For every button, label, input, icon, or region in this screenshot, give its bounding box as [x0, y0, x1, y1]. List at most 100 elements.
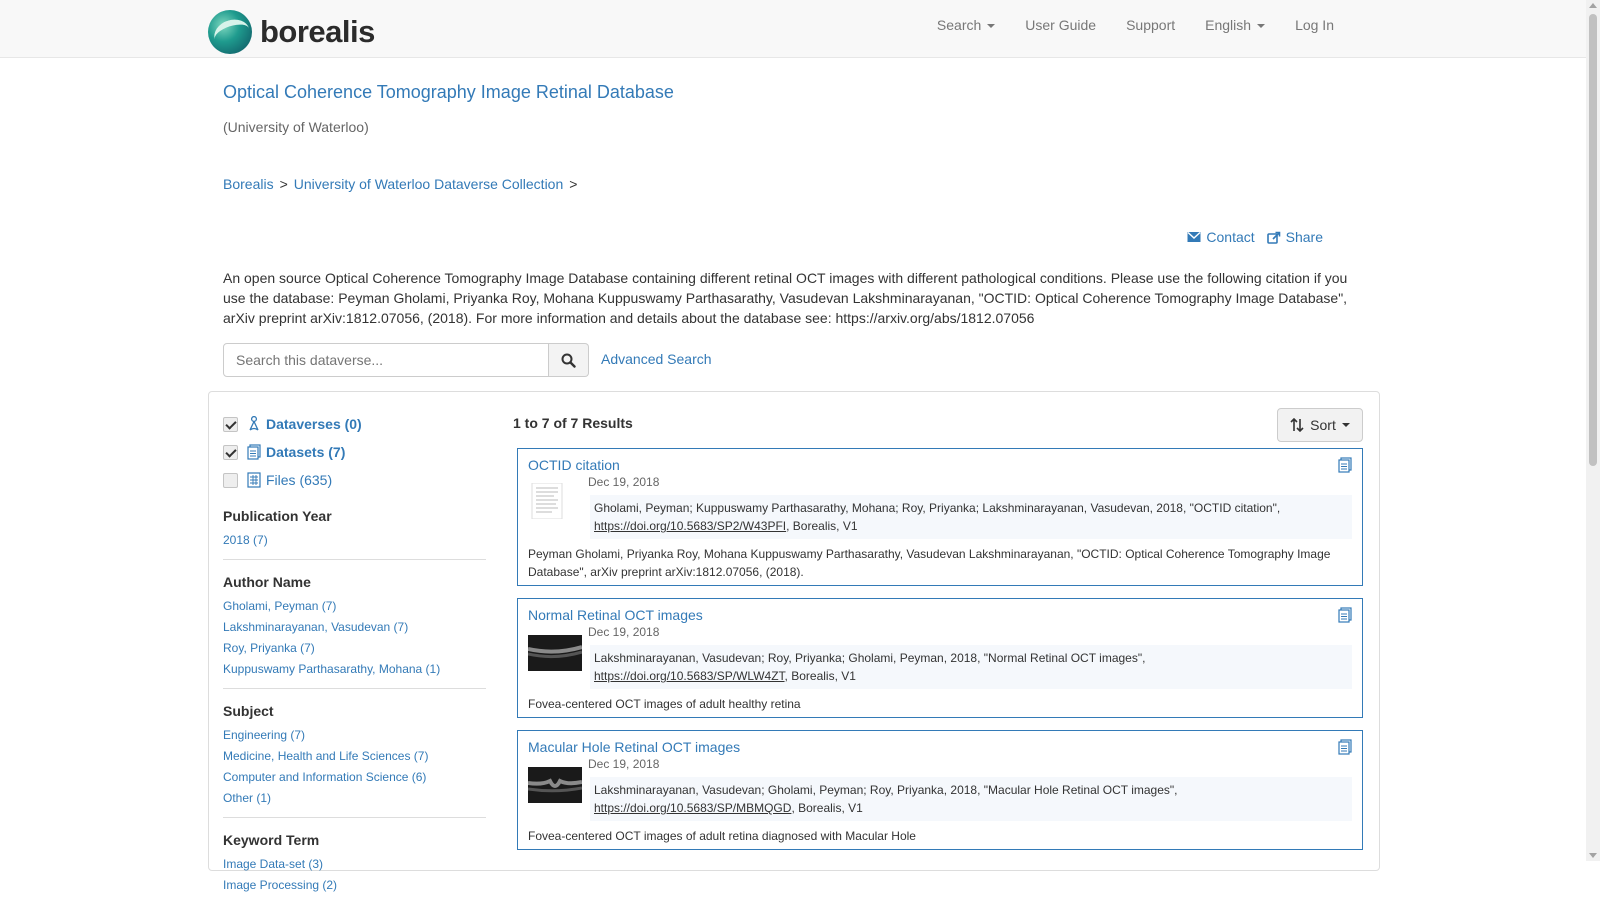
result-citation: Gholami, Peyman; Kuppuswamy Parthasarath… [590, 495, 1352, 539]
facet-item[interactable]: Roy, Priyanka (7) [223, 638, 486, 659]
result-citation: Lakshminarayanan, Vasudevan; Roy, Priyan… [590, 645, 1352, 689]
nav-language-label: English [1205, 17, 1252, 33]
nav-search-label: Search [936, 17, 982, 33]
document-thumbnail[interactable] [528, 483, 582, 519]
nav-login[interactable]: Log In [1295, 17, 1334, 33]
facet-publication-year: Publication Year 2018 (7) [223, 508, 486, 560]
facet-title: Publication Year [223, 508, 332, 524]
page-scrollbar[interactable] [1586, 0, 1600, 861]
result-citation: Lakshminarayanan, Vasudevan; Gholami, Pe… [590, 777, 1352, 821]
facet-item[interactable]: Gholami, Peyman (7) [223, 596, 486, 617]
files-checkbox[interactable] [223, 472, 238, 488]
scroll-up-arrow-icon[interactable] [1589, 3, 1597, 8]
envelope-icon [1187, 231, 1201, 242]
type-filter-datasets[interactable]: Datasets (7) [223, 438, 486, 466]
file-icon [246, 472, 262, 488]
facet-item[interactable]: Other (1) [223, 788, 486, 809]
result-title[interactable]: Normal Retinal OCT images [528, 607, 703, 623]
facet-item[interactable]: Kuppuswamy Parthasarathy, Mohana (1) [223, 659, 486, 680]
dataset-icon [1338, 457, 1352, 476]
citation-publisher: , Borealis, V1 [791, 801, 863, 815]
facet-item[interactable]: Image Processing (2) [223, 875, 486, 896]
facet-title: Author Name [223, 574, 311, 590]
result-card: OCTID citation Dec 19, 2018 Gholami, Pey… [517, 448, 1363, 586]
type-filter-dataverses[interactable]: Dataverses (0) [223, 410, 486, 438]
result-date: Dec 19, 2018 [588, 757, 660, 771]
dataset-icon [1338, 739, 1352, 758]
facet-sidebar: Dataverses (0) Datasets (7) Files (635) … [223, 410, 486, 904]
aurora-logo-icon [208, 10, 252, 54]
scroll-down-arrow-icon[interactable] [1589, 853, 1597, 858]
facet-author-name: Author Name Gholami, Peyman (7) Lakshmin… [223, 574, 486, 689]
datasets-checkbox[interactable] [223, 444, 238, 460]
files-filter-label[interactable]: Files (635) [266, 472, 332, 488]
datasets-filter-label[interactable]: Datasets (7) [266, 444, 345, 460]
nav-menu: Search User Guide Support English Log In [937, 0, 1334, 50]
dataverse-icon [246, 416, 262, 432]
share-icon [1266, 231, 1280, 244]
facet-item[interactable]: Medicine, Health and Life Sciences (7) [223, 746, 486, 767]
dataverse-title[interactable]: Optical Coherence Tomography Image Retin… [223, 82, 674, 103]
search-icon [561, 353, 576, 368]
facet-title: Keyword Term [223, 832, 320, 848]
sort-label: Sort [1310, 417, 1336, 433]
dataset-icon [246, 444, 262, 460]
scroll-thumb[interactable] [1589, 14, 1597, 466]
result-card: Macular Hole Retinal OCT images Dec 19, … [517, 730, 1363, 850]
advanced-search-link[interactable]: Advanced Search [601, 351, 712, 367]
result-description: Fovea-centered OCT images of adult healt… [528, 697, 801, 711]
result-title[interactable]: OCTID citation [528, 457, 620, 473]
result-card: Normal Retinal OCT images Dec 19, 2018 L… [517, 598, 1363, 718]
citation-doi-link[interactable]: https://doi.org/10.5683/SP/WLW4ZT [594, 669, 785, 683]
citation-publisher: , Borealis, V1 [784, 669, 856, 683]
facet-item[interactable]: Image Data-set (3) [223, 854, 486, 875]
result-description: Peyman Gholami, Priyanka Roy, Mohana Kup… [528, 547, 1331, 579]
dataverse-description: An open source Optical Coherence Tomogra… [223, 270, 1348, 326]
result-title[interactable]: Macular Hole Retinal OCT images [528, 739, 740, 755]
search-input[interactable] [223, 343, 549, 377]
dataverse-search [223, 343, 589, 377]
sort-icon [1290, 418, 1304, 432]
dataverses-checkbox[interactable] [223, 416, 238, 432]
caret-down-icon [1257, 24, 1266, 29]
oct-image-thumbnail[interactable] [528, 767, 582, 803]
facet-item[interactable]: Lakshminarayanan, Vasudevan (7) [223, 617, 486, 638]
facet-item[interactable]: Computer and Information Science (6) [223, 767, 486, 788]
citation-publisher: , Borealis, V1 [786, 519, 858, 533]
breadcrumb-borealis[interactable]: Borealis [223, 176, 274, 192]
citation-text: Gholami, Peyman; Kuppuswamy Parthasarath… [594, 501, 1281, 515]
oct-image-thumbnail[interactable] [528, 635, 582, 671]
brand-name: borealis [260, 14, 375, 49]
type-filter-files[interactable]: Files (635) [223, 466, 486, 494]
nav-support[interactable]: Support [1126, 17, 1175, 33]
breadcrumb-separator: > [569, 176, 578, 192]
citation-doi-link[interactable]: https://doi.org/10.5683/SP2/W43PFI [594, 519, 786, 533]
contact-button[interactable]: Contact [1187, 229, 1255, 245]
borealis-logo[interactable]: borealis [208, 10, 375, 54]
citation-doi-link[interactable]: https://doi.org/10.5683/SP/MBMQGD [594, 801, 791, 815]
dataverse-actions: Contact Share [1187, 229, 1323, 245]
facet-item[interactable]: Engineering (7) [223, 725, 486, 746]
nav-search-dropdown[interactable]: Search [936, 17, 996, 33]
result-date: Dec 19, 2018 [588, 625, 660, 639]
facet-subject: Subject Engineering (7) Medicine, Health… [223, 703, 486, 818]
search-button[interactable] [549, 343, 589, 377]
share-button[interactable]: Share [1266, 229, 1323, 245]
dataverses-filter-label[interactable]: Dataverses (0) [266, 416, 362, 432]
dataset-icon [1338, 607, 1352, 626]
contact-label: Contact [1206, 229, 1255, 245]
breadcrumb-separator: > [279, 176, 288, 192]
breadcrumb-uwaterloo[interactable]: University of Waterloo Dataverse Collect… [294, 176, 563, 192]
nav-user-guide[interactable]: User Guide [1025, 17, 1096, 33]
facet-item[interactable]: 2018 (7) [223, 530, 486, 551]
caret-down-icon [987, 24, 996, 29]
citation-text: Lakshminarayanan, Vasudevan; Roy, Priyan… [594, 651, 1146, 665]
breadcrumb: Borealis > University of Waterloo Datave… [223, 176, 577, 192]
dataverse-affiliation: (University of Waterloo) [223, 119, 369, 135]
results-count: 1 to 7 of 7 Results [513, 415, 633, 431]
facet-title: Subject [223, 703, 274, 719]
citation-text: Lakshminarayanan, Vasudevan; Gholami, Pe… [594, 783, 1178, 797]
nav-language-dropdown[interactable]: English [1205, 17, 1266, 33]
navbar: borealis Search User Guide Support Engli… [0, 0, 1586, 58]
sort-button[interactable]: Sort [1277, 408, 1363, 442]
